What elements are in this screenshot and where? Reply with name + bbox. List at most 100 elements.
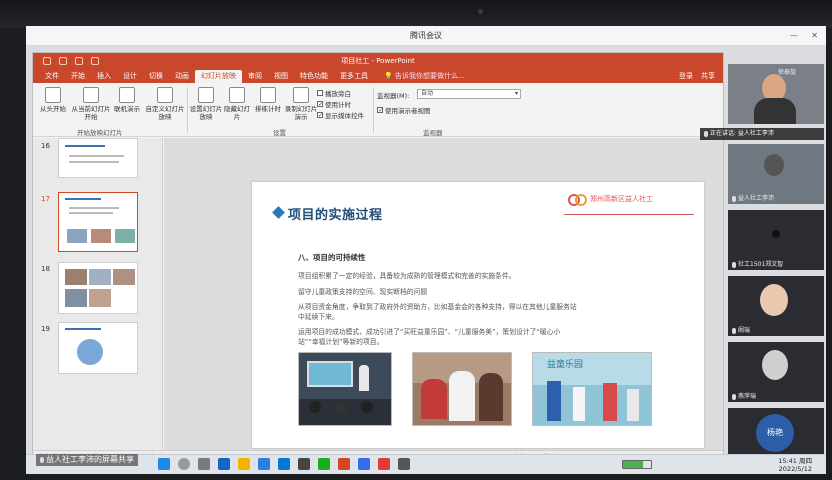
student-head (335, 403, 347, 415)
app-icon[interactable] (398, 458, 410, 470)
mic-icon (732, 261, 736, 268)
mail-icon[interactable] (278, 458, 290, 470)
app-icon[interactable] (298, 458, 310, 470)
slide-thumbnail-18[interactable] (58, 262, 138, 314)
hide-slide-button[interactable]: 隐藏幻灯片 (221, 87, 253, 121)
slide-editing-area: 项目的实施过程 郑州高新区益人社工 八、项目的可持续性 项目组积累了一定的经验，… (164, 138, 723, 450)
redo-icon[interactable] (75, 57, 83, 65)
current-slide[interactable]: 项目的实施过程 郑州高新区益人社工 八、项目的可持续性 项目组积累了一定的经验，… (252, 182, 704, 448)
tab-home[interactable]: 开始 (65, 70, 91, 83)
volunteer-photo (412, 352, 512, 426)
media-controls-checkbox[interactable]: ✓ 显示媒体控件 (317, 110, 364, 120)
thumb-photo (65, 289, 87, 307)
slide-thumbnail-17[interactable] (58, 192, 138, 252)
windows-start-icon[interactable] (158, 458, 170, 470)
rehearse-label: 排练计时 (255, 105, 281, 113)
tencent-meeting-icon[interactable] (358, 458, 370, 470)
mic-icon (732, 195, 736, 202)
slide-thumbnail-19[interactable] (58, 322, 138, 374)
participant-video-2[interactable]: 益人社工李沛 (728, 144, 824, 204)
screen: 腾讯会议 — ✕ 项目社工 - PowerPoint 文件 开始 插入 设计 切… (26, 26, 826, 474)
participant-name: 燕萍瑞 (732, 391, 756, 400)
record-button[interactable]: 录制幻灯片演示 (283, 87, 319, 121)
teacher-figure (359, 365, 369, 391)
participant-name: 阚瑞 (732, 325, 750, 334)
minimize-icon[interactable]: — (790, 26, 798, 46)
participant-body (754, 98, 796, 124)
edge-icon[interactable] (218, 458, 230, 470)
thumb-photo (115, 229, 135, 243)
present-icon[interactable] (91, 57, 99, 65)
account-area: 登录 共享 (679, 71, 715, 81)
file-explorer-icon[interactable] (238, 458, 250, 470)
clock-time: 15:41 周四 (778, 457, 812, 465)
chevron-down-icon: ▾ (514, 90, 518, 97)
close-icon[interactable]: ✕ (811, 26, 818, 46)
meeting-title: 腾讯会议 (26, 26, 826, 46)
custom-show-button[interactable]: 自定义幻灯片放映 (145, 87, 185, 121)
participant-name-text: 燕萍瑞 (738, 393, 757, 400)
login-link[interactable]: 登录 (679, 71, 693, 81)
speaking-text: 正在讲话: 益人社工李沛 (710, 130, 774, 137)
tell-me-search[interactable]: 💡 告诉我你想要做什么... (378, 70, 471, 83)
tab-view[interactable]: 视图 (268, 70, 294, 83)
student-head (309, 401, 321, 413)
body-line: 项目组积累了一定的经验，具备较为成熟的管理模式和完善的实施条件。 (298, 272, 516, 280)
hide-slide-icon (229, 87, 245, 103)
timing-checkbox[interactable]: ✓ 使用计时 (317, 99, 351, 109)
ribbon-separator (373, 87, 374, 133)
slideshow-start-icon (45, 87, 61, 103)
setup-show-button[interactable]: 设置幻灯片放映 (189, 87, 223, 121)
timing-label: 使用计时 (325, 101, 351, 109)
tab-more-tools[interactable]: 更多工具 (334, 70, 374, 83)
webcam-dot (478, 9, 483, 14)
thumb-photo (113, 269, 135, 285)
tab-review[interactable]: 审阅 (242, 70, 268, 83)
from-current-button[interactable]: 从当前幻灯片开始 (71, 87, 111, 121)
volunteer-figure (421, 379, 447, 419)
thumb-photo (65, 269, 87, 285)
tab-insert[interactable]: 插入 (91, 70, 117, 83)
participant-name-text: 阚瑞 (738, 327, 751, 334)
task-view-icon[interactable] (198, 458, 210, 470)
group-start-label: 开始放映幻灯片 (77, 129, 123, 137)
participant-video-3[interactable]: 社工1501郑文智 (728, 210, 824, 270)
search-icon[interactable] (178, 458, 190, 470)
participant-video-4[interactable]: 阚瑞 (728, 276, 824, 336)
narration-label: 播放旁白 (325, 90, 351, 98)
store-icon[interactable] (258, 458, 270, 470)
undo-icon[interactable] (59, 57, 67, 65)
powerpoint-icon[interactable] (338, 458, 350, 470)
from-current-label: 从当前幻灯片开始 (71, 105, 111, 121)
monitor-bezel (0, 0, 832, 28)
slide-thumbnail-16[interactable] (58, 138, 138, 178)
tab-animations[interactable]: 动画 (169, 70, 195, 83)
monitor-select[interactable]: 自动 ▾ (417, 89, 521, 99)
online-present-button[interactable]: 联机演示 (109, 87, 145, 113)
participant-video-1[interactable]: 徐泰旋 (728, 64, 824, 124)
participant-video-5[interactable]: 燕萍瑞 (728, 342, 824, 402)
tab-slideshow[interactable]: 幻灯片放映 (195, 70, 242, 83)
save-icon[interactable] (43, 57, 51, 65)
body-line: 中延续下来。 (298, 313, 339, 321)
org-logo-text: 郑州高新区益人社工 (590, 195, 653, 203)
slide-title: 项目的实施过程 (288, 208, 383, 223)
student-head (361, 401, 373, 413)
from-start-button[interactable]: 从头开始 (35, 87, 71, 113)
tab-file[interactable]: 文件 (39, 70, 65, 83)
thumb-text-line (69, 155, 124, 157)
system-clock[interactable]: 15:41 周四 2022/5/12 (778, 457, 812, 473)
rehearse-button[interactable]: 排练计时 (251, 87, 285, 113)
tab-features[interactable]: 特色功能 (294, 70, 334, 83)
custom-label: 自定义幻灯片放映 (145, 105, 185, 121)
thumb-text-line (69, 161, 119, 163)
app-icon[interactable] (378, 458, 390, 470)
tab-design[interactable]: 设计 (117, 70, 143, 83)
wechat-icon[interactable] (318, 458, 330, 470)
tab-transitions[interactable]: 切换 (143, 70, 169, 83)
narration-checkbox[interactable]: 播放旁白 (317, 88, 351, 98)
ribbon-tabs: 文件 开始 插入 设计 切换 动画 幻灯片放映 审阅 视图 特色功能 更多工具 … (33, 69, 723, 83)
presenter-view-checkbox[interactable]: ✓ 使用演示者视图 (377, 105, 431, 115)
share-button[interactable]: 共享 (701, 71, 715, 81)
body-line: 站”“幸福计划”等新的项目。 (298, 338, 384, 346)
